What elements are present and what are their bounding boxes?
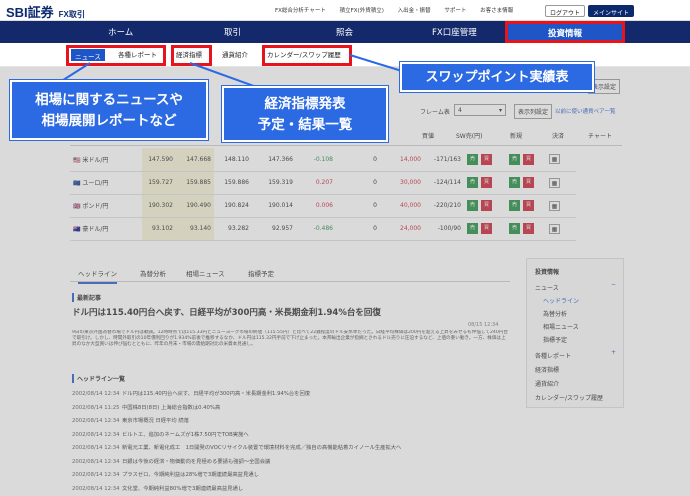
callout-swap: スワップポイント実績表 [400,62,594,92]
callout-indicator: 経済指標発表 予定・結果一覧 [222,86,388,142]
callout-news: 相場に関するニュースや 相場展開レポートなど [10,80,208,140]
